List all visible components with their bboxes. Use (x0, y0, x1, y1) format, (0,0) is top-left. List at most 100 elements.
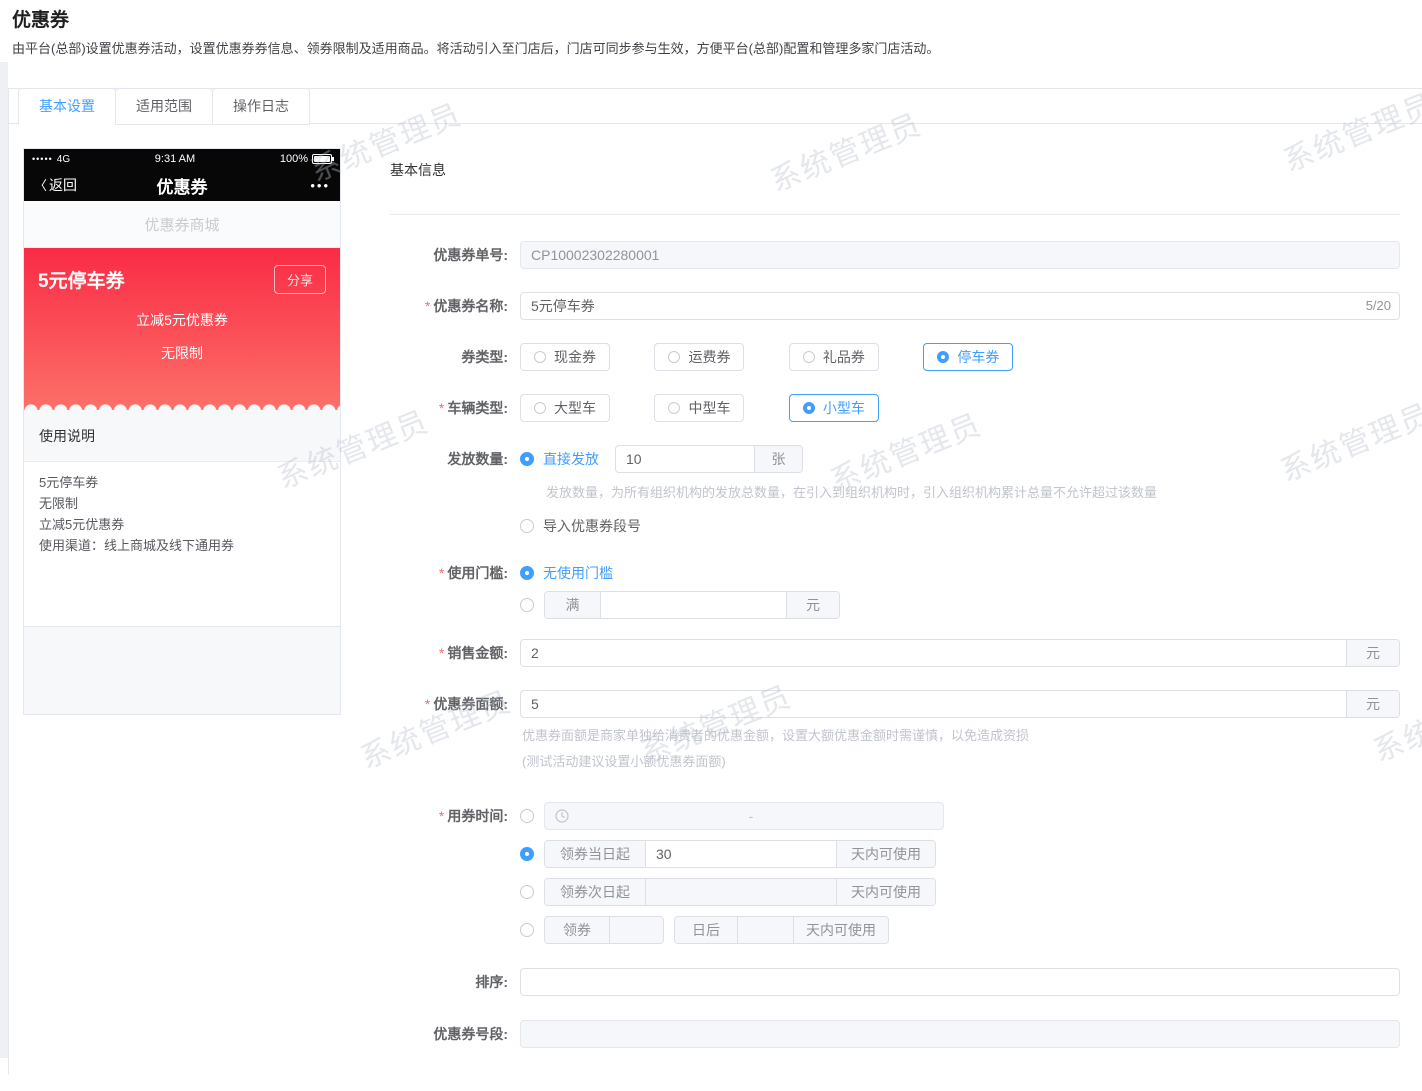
yuan-suffix: 元 (786, 592, 839, 618)
next-day-prefix: 领券次日起 (545, 879, 645, 905)
face-value-input[interactable] (521, 691, 1346, 717)
coupon-segment-input (520, 1020, 1400, 1048)
row-coupon-type: 券类型: 现金券 运费券 礼品券 停车券 (390, 343, 1400, 371)
usage-instructions-title: 使用说明 (24, 410, 340, 462)
radio-icon (534, 351, 546, 363)
main-card: 基本设置 适用范围 操作日志 ••••• 4G 9:31 AM 100% 〈返回… (8, 88, 1422, 1074)
custom-prefix: 领券 (545, 917, 609, 943)
sale-amount-input[interactable] (521, 640, 1346, 666)
min-amount-radio[interactable] (520, 598, 534, 612)
row-usage-threshold: * 使用门槛: 无使用门槛 满 元 (390, 559, 1400, 619)
signal-dots-icon: ••••• (32, 154, 53, 164)
min-amount-input[interactable] (601, 592, 786, 618)
radio-icon (520, 452, 534, 466)
next-day-suffix: 天内可使用 (836, 879, 935, 905)
vehicle-type-option-small[interactable]: 小型车 (788, 394, 879, 422)
coupon-type-option-gift[interactable]: 礼品券 (788, 343, 879, 371)
no-threshold-radio[interactable]: 无使用门槛 (520, 563, 1400, 583)
coupon-type-option-cash[interactable]: 现金券 (520, 343, 610, 371)
required-star: * (438, 645, 445, 661)
custom-suffix: 天内可使用 (793, 917, 888, 943)
page-header: 优惠券 由平台(总部)设置优惠券活动，设置优惠券券信息、领券限制及适用商品。将活… (0, 0, 1422, 58)
custom-time-radio[interactable] (520, 923, 534, 937)
face-value-hint: 优惠券面额是商家单独给消费者的优惠金额，设置大额优惠金额时需谨慎，以免造成资损 (522, 728, 1030, 743)
radio-icon (802, 351, 815, 363)
vehicle-type-option-medium[interactable]: 中型车 (654, 394, 745, 422)
phone-nav-title: 优惠券 (156, 177, 208, 197)
custom-after-label: 日后 (675, 917, 737, 943)
page-title: 优惠券 (12, 10, 70, 31)
issue-quantity-label: 发放数量: (447, 451, 508, 467)
usage-line: 使用渠道：线上商城及线下通用券 (39, 538, 235, 553)
tab-apply-scope[interactable]: 适用范围 (115, 88, 213, 125)
sort-label: 排序: (475, 974, 508, 990)
back-label: 返回 (49, 177, 78, 193)
required-star: * (438, 400, 445, 416)
row-vehicle-type: * 车辆类型: 大型车 中型车 小型车 (390, 394, 1400, 422)
basic-info-form: 基本信息 优惠券单号: *优惠券名称: 5/20 (390, 148, 1400, 1071)
import-segment-radio[interactable]: 导入优惠券段号 (520, 516, 1400, 536)
coupon-card-preview: 5元停车券 分享 立减5元优惠券 无限制 (24, 248, 340, 410)
scallop-edge (24, 400, 340, 410)
use-time-option-next-day: 领券次日起 天内可使用 (520, 878, 1400, 906)
coupon-type-label: 券类型: (461, 349, 508, 365)
radio-icon (668, 351, 681, 363)
coupon-name-label: * 优惠券名称: (424, 298, 508, 314)
more-icon: ••• (310, 177, 330, 193)
usage-line: 立减5元优惠券 (39, 517, 125, 532)
required-star: * (424, 696, 431, 712)
status-time: 9:31 AM (154, 153, 196, 165)
coupon-card-discount: 立减5元优惠券 (136, 312, 228, 328)
coupon-type-option-parking[interactable]: 停车券 (923, 343, 1014, 371)
day-of-radio[interactable] (520, 847, 534, 861)
radio-icon (937, 351, 950, 363)
usage-instructions-body: 5元停车券 无限制 立减5元优惠券 使用渠道：线上商城及线下通用券 (24, 462, 340, 626)
coupon-number-input (520, 241, 1400, 269)
use-time-option-range: - (520, 802, 1400, 830)
row-sale-amount: *销售金额: 元 (390, 639, 1400, 667)
range-separator: - (748, 808, 754, 824)
row-coupon-number: 优惠券单号: (390, 241, 1400, 269)
coupon-card-title: 5元停车券 (38, 271, 125, 292)
sale-amount-label: * 销售金额: (438, 645, 508, 661)
row-sort: 排序: (390, 968, 1400, 996)
radio-icon (520, 519, 534, 533)
use-time-label: * 用券时间: (438, 808, 508, 824)
vehicle-type-option-large[interactable]: 大型车 (520, 394, 610, 422)
issue-quantity-input[interactable] (616, 446, 754, 472)
next-day-radio[interactable] (520, 885, 534, 899)
radio-icon (520, 566, 534, 580)
coupon-type-option-freight[interactable]: 运费券 (654, 343, 745, 371)
back-button: 〈返回 (34, 175, 96, 195)
tab-basic-settings[interactable]: 基本设置 (18, 88, 116, 125)
row-issue-quantity: 发放数量: 直接发放 张 发放数量，为所有组织机构的发放总数量，在引入到组织机构… (390, 445, 1400, 536)
usage-line: 无限制 (39, 496, 79, 511)
page-left-gutter (0, 62, 8, 1058)
sort-input[interactable] (520, 968, 1400, 996)
usage-line: 5元停车券 (39, 475, 99, 490)
quantity-unit-suffix: 张 (754, 446, 802, 472)
coupon-name-input[interactable] (520, 292, 1400, 320)
direct-issue-radio[interactable]: 直接发放 (520, 445, 599, 473)
face-value-hint2: (测试活动建议设置小额优惠券面额) (522, 754, 726, 769)
use-time-option-custom: 领券 日后 天内可使用 (520, 916, 1400, 944)
battery-percent: 100% (279, 153, 308, 165)
phone-status-bar: ••••• 4G 9:31 AM 100% (24, 149, 340, 169)
row-face-value: *优惠券面额: 元 优惠券面额是商家单独给消费者的优惠金额，设置大额优惠金额时需… (390, 690, 1400, 769)
required-star: * (424, 298, 431, 314)
date-range-radio[interactable] (520, 809, 534, 823)
issue-quantity-hint: 发放数量，为所有组织机构的发放总数量，在引入到组织机构时，引入组织机构累计总量不… (546, 485, 1158, 500)
coupon-mall-banner: 优惠券商城 (24, 201, 340, 248)
tab-operation-log[interactable]: 操作日志 (212, 88, 310, 125)
next-day-days-input (646, 879, 836, 905)
custom-days-input (738, 917, 793, 943)
vehicle-type-label: * 车辆类型: (438, 400, 508, 416)
phone-preview: ••••• 4G 9:31 AM 100% 〈返回 优惠券 ••• 优惠券商城 … (23, 148, 341, 715)
network-label: 4G (56, 153, 71, 165)
phone-nav-bar: 〈返回 优惠券 ••• (24, 169, 340, 201)
yuan-suffix: 元 (1346, 691, 1399, 717)
face-value-label: * 优惠券面额: (424, 696, 508, 712)
phone-footer-block (24, 626, 340, 714)
day-of-days-input[interactable] (646, 841, 836, 867)
share-button: 分享 (273, 265, 326, 294)
